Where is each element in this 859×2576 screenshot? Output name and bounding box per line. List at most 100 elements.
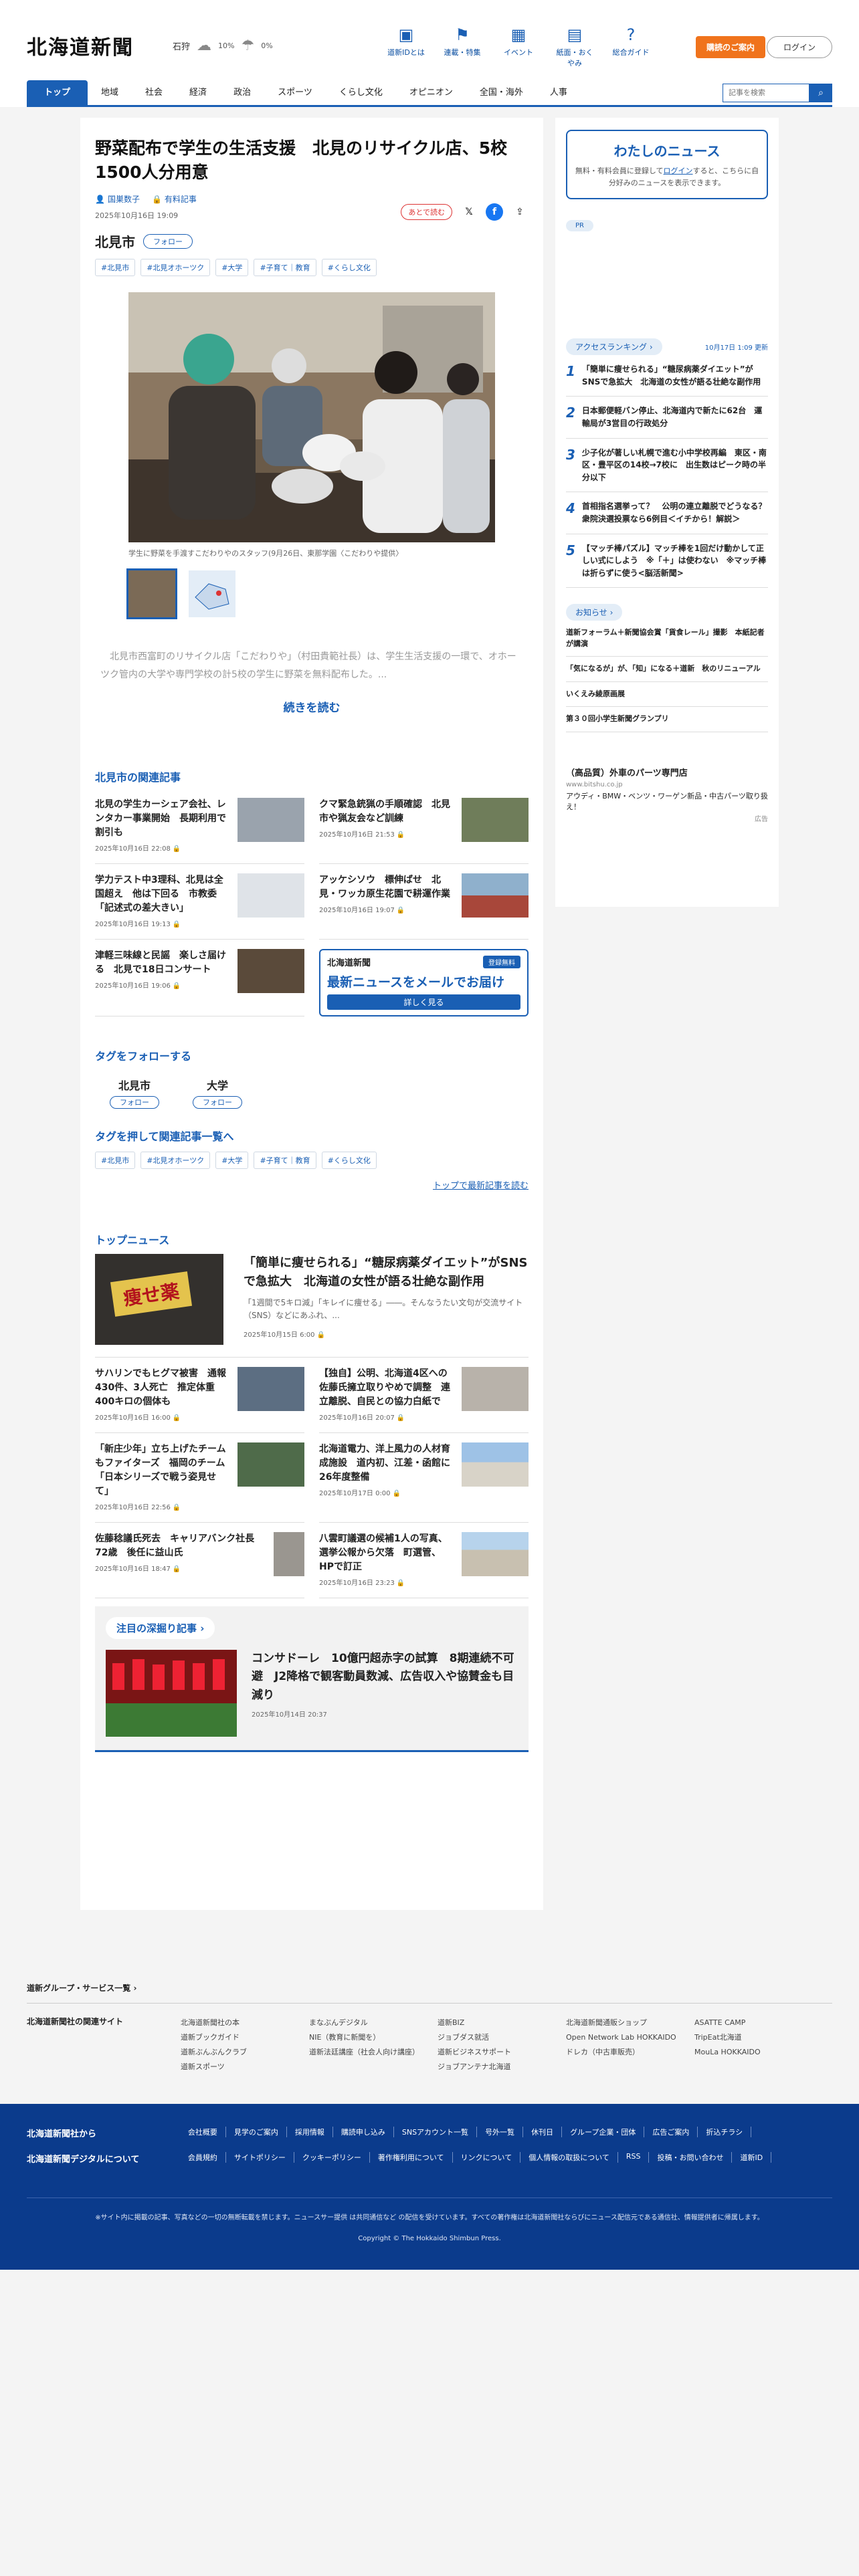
ranking-item[interactable]: 4 首相指名選挙って？ 公明の連立離脱でどうなる？ 衆院決選投票なら6例目＜イチか… <box>566 492 774 534</box>
subscribe-button[interactable]: 購読のご案内 <box>695 36 765 58</box>
footer-link[interactable]: サイトポリシー <box>226 2152 294 2163</box>
sidebar-ad[interactable]: （高品質）外車のパーツ専門店 www.bitshu.co.jp アウディ・BMW… <box>566 766 768 823</box>
deep-dive-item[interactable]: コンサドーレ 10億円超赤字の試算 8期連続不可避 J2降格で観客動員数減、広告… <box>106 1650 518 1737</box>
follow-tag-button[interactable]: フォロー <box>110 1096 159 1109</box>
list-item[interactable]: サハリンでもヒグマ被害 通報430件、3人死亡 推定体重400キロの個体も 202… <box>95 1358 304 1434</box>
ranking-item[interactable]: 5 【マッチ棒パズル】マッチ棒を1回だけ動かして正しい式にしよう ※「＋」は使わな… <box>566 534 768 588</box>
tag-link[interactable]: #子育て｜教育 <box>254 1152 316 1170</box>
notice-item[interactable]: 第３０回小学生新聞グランプリ <box>566 707 768 732</box>
list-item[interactable]: 佐藤稔議氏死去 キャリアバンク社長 72歳 後任に益山氏 2025年10月16日 … <box>95 1523 304 1599</box>
list-item[interactable]: 北見の学生カーシェア会社、レンタカー事業開始 長期利用で割引も 2025年10月1… <box>95 788 304 865</box>
guide-link[interactable]: ? 総合ガイド <box>610 25 652 68</box>
search-icon[interactable]: ⌕ <box>809 83 832 102</box>
footer-link[interactable]: リンクについて <box>453 2152 521 2163</box>
tag-link[interactable]: #くらし文化 <box>321 259 377 276</box>
footer-link[interactable]: ASATTE CAMP <box>694 2016 795 2030</box>
footer-link[interactable]: 北海道新聞社の本 <box>181 2016 309 2030</box>
list-item[interactable]: 津軽三味線と民謡 楽しさ届ける 北見で18日コンサート 2025年10月16日 1… <box>95 940 304 1017</box>
id-link[interactable]: ▣ 道新IDとは <box>385 25 427 68</box>
footer-link[interactable]: ジョブアンテナ北海道 <box>438 2060 566 2074</box>
nav-world[interactable]: 全国・海外 <box>466 80 537 105</box>
footer-link[interactable]: 購読申し込み <box>333 2127 394 2137</box>
footer-link[interactable]: 見学のご案内 <box>226 2127 287 2137</box>
list-item[interactable]: 学力テスト中3理科、北見は全国超え 他は下回る 市教委「記述式の差大きい」 202… <box>95 864 304 940</box>
notice-item[interactable]: いくえみ綾原画展 <box>566 682 768 708</box>
footer-link[interactable]: ドレカ（中古車販売） <box>566 2045 694 2060</box>
nav-sports[interactable]: スポーツ <box>264 80 326 105</box>
ranking-item[interactable]: 1 「簡単に痩せられる」“糖尿病薬ダイエット”がSNSで急拡大 北海道の女性が語る… <box>566 355 768 397</box>
notice-item[interactable]: 「気になるが」が、「知」になる＋道新 秋のリニューアル <box>566 657 768 682</box>
footer-link[interactable]: まなぶんデジタル <box>309 2016 438 2030</box>
read-later-button[interactable]: あとで読む <box>401 204 452 220</box>
mail-newsletter-banner[interactable]: 北海道新聞 登録無料 最新ニュースをメールでお届け 詳しく見る <box>319 949 529 1017</box>
footer-link[interactable]: RSS <box>618 2152 650 2163</box>
nav-opinion[interactable]: オピニオン <box>396 80 466 105</box>
map-thumbnail[interactable] <box>189 570 235 617</box>
nav-society[interactable]: 社会 <box>132 80 176 105</box>
tag-link[interactable]: #北見市 <box>95 1152 136 1170</box>
footer-link[interactable]: 個人情報の取扱について <box>520 2152 618 2163</box>
author-link[interactable]: 👤 国巣数子 <box>95 193 140 205</box>
article-photo[interactable] <box>128 292 495 542</box>
list-item[interactable]: 北海道電力、洋上風力の人材育成施設 道内初、江差・函館に26年度整備 2025年1… <box>319 1433 529 1523</box>
footer-link[interactable]: Open Network Lab HOKKAIDO <box>566 2030 694 2045</box>
list-item[interactable]: 【独自】公明、北海道4区への佐藤氏擁立取りやめで調整 連立離脱、自民との協力白紙… <box>319 1358 529 1434</box>
follow-tag-button[interactable]: フォロー <box>193 1096 242 1109</box>
paper-link[interactable]: ▤ 紙面・おくやみ <box>554 25 595 68</box>
list-item[interactable]: アッケシソウ 標伸ばせ 北見・ワッカ原生花園で耕運作業 2025年10月16日 1… <box>319 864 529 940</box>
tag-link[interactable]: #北見オホーツク <box>140 1152 211 1170</box>
footer-link[interactable]: グループ企業・団体 <box>562 2127 645 2137</box>
list-item[interactable]: 「新庄少年」立ち上げたチームもファイターズ 福岡のチーム「日本シリーズで戦う姿見… <box>95 1433 304 1523</box>
site-logo[interactable]: 北海道新聞 <box>27 31 134 60</box>
share-icon[interactable]: ⇪ <box>511 203 529 221</box>
top-latest-link[interactable]: トップで最新記事を読む <box>95 1178 529 1191</box>
weather-widget[interactable]: 石狩 ☁ 10% ☂ 0% <box>173 37 273 54</box>
list-item[interactable]: クマ緊急銃猟の手順確認 北見市や猟友会など訓練 2025年10月16日 21:53… <box>319 788 529 865</box>
login-button[interactable]: ログイン <box>766 36 832 58</box>
tag-link[interactable]: #大学 <box>215 259 249 276</box>
search-input[interactable] <box>723 83 809 102</box>
follow-place-button[interactable]: フォロー <box>143 233 193 249</box>
tag-link[interactable]: #北見オホーツク <box>140 259 211 276</box>
footer-link[interactable]: 道新スポーツ <box>181 2060 309 2074</box>
facebook-share-icon[interactable]: f <box>486 203 503 221</box>
list-item[interactable]: 八雲町議選の候補1人の写真、選挙公報から欠落 町選管、HPで訂正 2025年10月… <box>319 1523 529 1599</box>
event-link[interactable]: ▦ イベント <box>498 25 539 68</box>
top-news-lead[interactable]: 痩せ薬 「簡単に痩せられる」“糖尿病薬ダイエット”がSNSで急拡大 北海道の女性… <box>95 1247 529 1358</box>
x-share-icon[interactable]: 𝕏 <box>460 203 478 221</box>
footer-link[interactable]: クッキーポリシー <box>294 2152 370 2163</box>
footer-link[interactable]: 会社概要 <box>180 2127 226 2137</box>
footer-link[interactable]: 北海道新聞通販ショップ <box>566 2016 694 2030</box>
footer-link[interactable]: TripEat北海道 <box>694 2030 795 2045</box>
tag-link[interactable]: #北見市 <box>95 259 136 276</box>
ranking-item[interactable]: 3 少子化が著しい札幌で進む小中学校再編 東区・南区・豊平区の14校→7校に 出生… <box>566 439 768 493</box>
footer-link[interactable]: 道新BIZ <box>438 2016 566 2030</box>
footer-link[interactable]: ジョブダス就活 <box>438 2030 566 2045</box>
footer-link[interactable]: 号外一覧 <box>477 2127 524 2137</box>
footer-link[interactable]: 著作権利用について <box>370 2152 453 2163</box>
footer-link[interactable]: 投稿・お問い合わせ <box>649 2152 733 2163</box>
my-news-login-link[interactable]: ログイン <box>664 167 693 175</box>
ranking-label[interactable]: アクセスランキング › <box>566 338 662 356</box>
read-more-link[interactable]: 続きを読む <box>95 698 529 715</box>
footer-link[interactable]: 道新ぶんぶんクラブ <box>181 2045 309 2060</box>
nav-personnel[interactable]: 人事 <box>537 80 581 105</box>
deep-dive-heading[interactable]: 注目の深掘り記事 › <box>106 1617 215 1640</box>
notice-label[interactable]: お知らせ › <box>566 604 623 621</box>
banner-more-button[interactable]: 詳しく見る <box>327 994 520 1010</box>
nav-region[interactable]: 地域 <box>88 80 132 105</box>
footer-link[interactable]: 道新ID <box>732 2152 772 2163</box>
footer-link[interactable]: 採用情報 <box>287 2127 333 2137</box>
footer-link[interactable]: 折込チラシ <box>698 2127 752 2137</box>
footer-link[interactable]: MouLa HOKKAIDO <box>694 2045 795 2060</box>
tag-link[interactable]: #大学 <box>215 1152 249 1170</box>
footer-link[interactable]: 広告ご案内 <box>644 2127 698 2137</box>
footer-link[interactable]: 道新法廷講座（社会人向け講座） <box>309 2045 438 2060</box>
notice-item[interactable]: 道新フォーラム＋新聞協会賞「貨食レール」撮影 本紙記者が講演 <box>566 621 768 657</box>
nav-culture[interactable]: くらし文化 <box>326 80 396 105</box>
footer-link[interactable]: SNSアカウント一覧 <box>394 2127 478 2137</box>
group-services-link[interactable]: 道新グループ・サービス一覧 › <box>27 1982 832 2004</box>
footer-link[interactable]: 休刊日 <box>523 2127 563 2137</box>
nav-politics[interactable]: 政治 <box>220 80 264 105</box>
footer-link[interactable]: NIE（教育に新聞を） <box>309 2030 438 2045</box>
